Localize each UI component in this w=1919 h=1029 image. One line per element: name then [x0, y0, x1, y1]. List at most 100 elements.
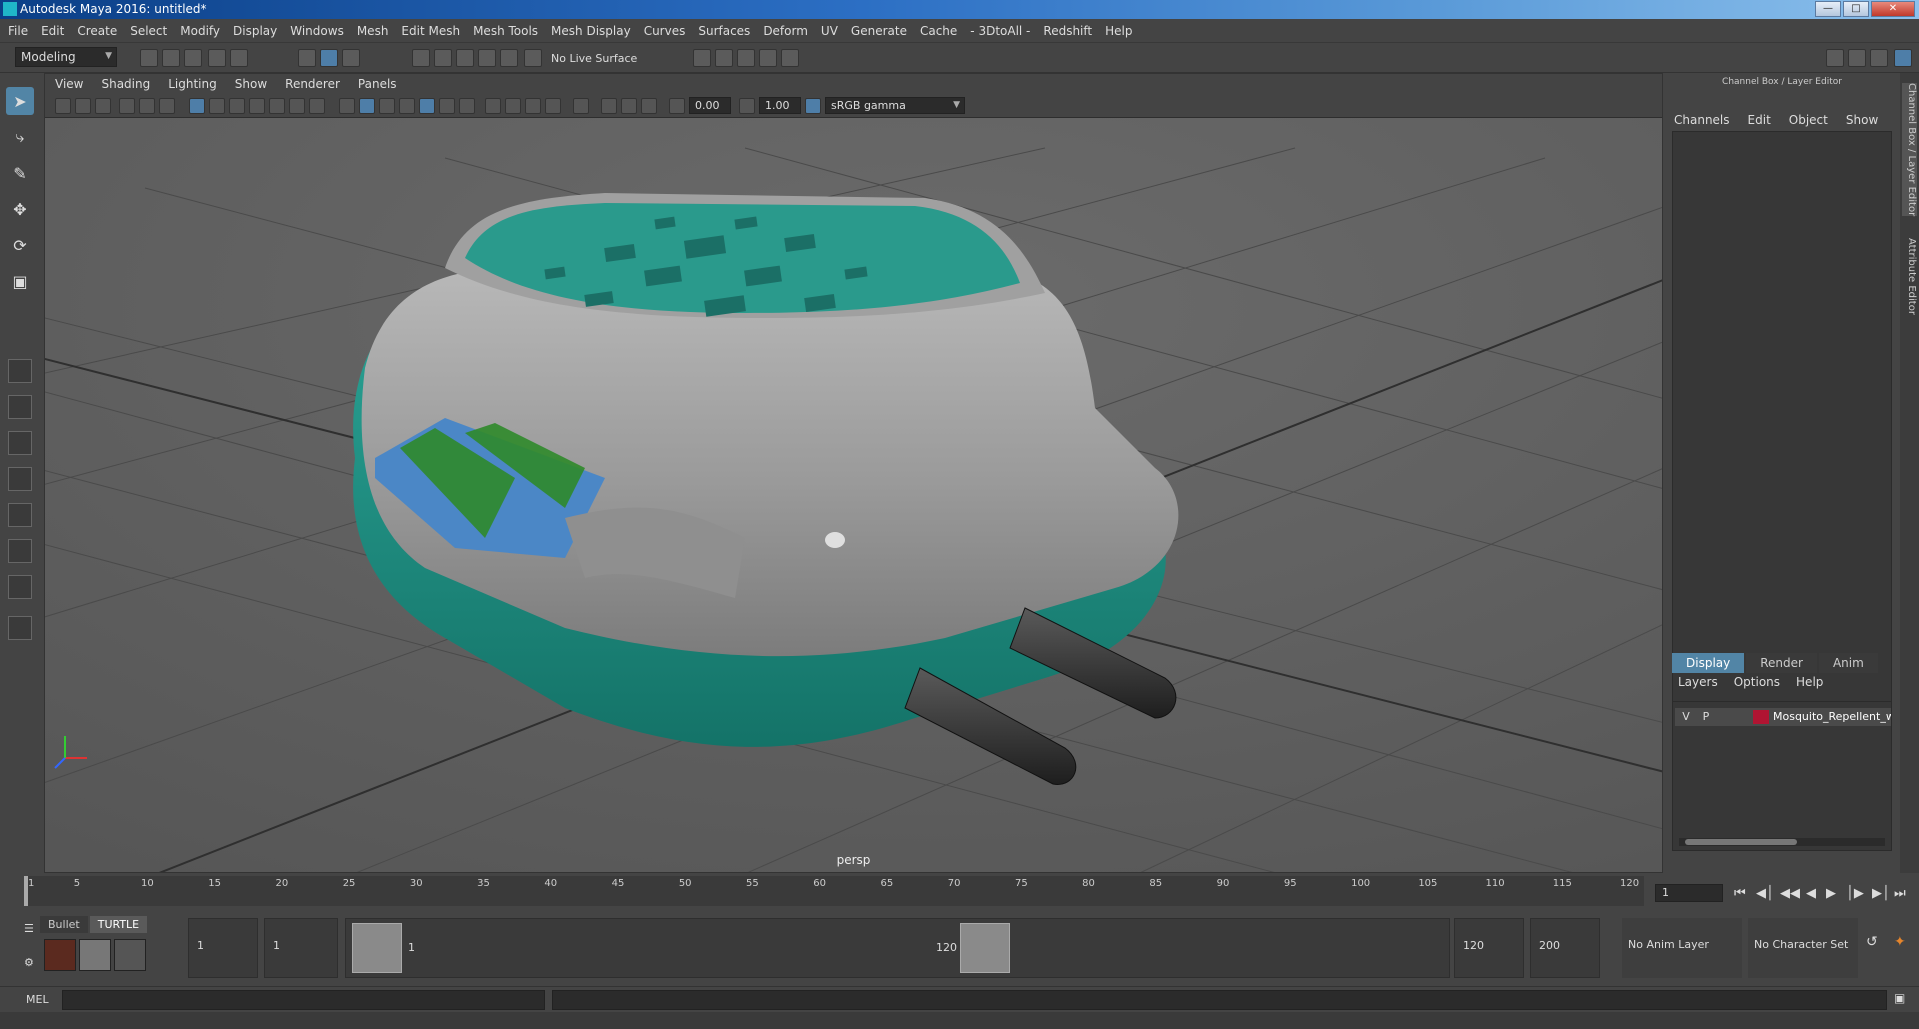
use-all-lights-icon[interactable] [439, 98, 455, 114]
smooth-shade-icon[interactable] [359, 98, 375, 114]
panel-menu-panels[interactable]: Panels [358, 77, 397, 91]
layer-row[interactable]: V P Mosquito_Repellent_wit [1675, 708, 1891, 726]
panel-menu-view[interactable]: View [55, 77, 83, 91]
time-slider-track[interactable]: 1 5 10 15 20 25 30 35 40 45 50 55 60 65 70 75 80 85 90 95 10… [24, 876, 1644, 906]
menu-modify[interactable]: Modify [180, 24, 220, 38]
cb-menu-show[interactable]: Show [1846, 113, 1878, 127]
go-to-end-icon[interactable]: ⏭ [1894, 886, 1906, 901]
animation-preferences-icon[interactable]: ✦ [1894, 934, 1906, 950]
menu-display[interactable]: Display [233, 24, 277, 38]
xray-icon[interactable] [601, 98, 617, 114]
layer-color-swatch[interactable] [1753, 710, 1769, 724]
viewport-3d[interactable]: persp [45, 118, 1662, 872]
step-forward-frame-icon[interactable]: ▶│ [1872, 886, 1890, 901]
turtle-render-icon[interactable] [44, 939, 76, 971]
custom-layout-icon[interactable] [8, 539, 32, 563]
make-live-icon[interactable] [524, 49, 542, 67]
persp-hypershade-layout-icon[interactable] [8, 503, 32, 527]
gamma-icon[interactable] [739, 98, 755, 114]
layout-menu-icon[interactable] [8, 616, 32, 640]
step-back-frame-icon[interactable]: ◀◀ [1780, 886, 1800, 901]
menu-surfaces[interactable]: Surfaces [698, 24, 750, 38]
step-forward-key-icon[interactable]: │▶ [1846, 886, 1864, 901]
camera-select-icon[interactable] [55, 98, 71, 114]
menu-edit[interactable]: Edit [41, 24, 64, 38]
start-time-field[interactable]: 1 [188, 918, 258, 978]
range-start-handle[interactable] [352, 923, 402, 973]
menu-uv[interactable]: UV [821, 24, 838, 38]
shadows-icon[interactable] [459, 98, 475, 114]
render-view-icon[interactable] [715, 49, 733, 67]
menu-curves[interactable]: Curves [644, 24, 686, 38]
le-menu-layers[interactable]: Layers [1678, 675, 1718, 689]
rotate-tool-icon[interactable]: ⟳ [6, 231, 34, 259]
channel-box-toggle-icon[interactable] [1894, 49, 1912, 67]
snap-point-icon[interactable] [456, 49, 474, 67]
render-frame-icon[interactable] [693, 49, 711, 67]
2d-pan-zoom-icon[interactable] [139, 98, 155, 114]
panel-menu-shading[interactable]: Shading [101, 77, 150, 91]
cb-menu-channels[interactable]: Channels [1674, 113, 1730, 127]
bookmark-icon[interactable] [95, 98, 111, 114]
exposure-icon[interactable] [669, 98, 685, 114]
le-menu-options[interactable]: Options [1734, 675, 1780, 689]
image-plane-icon[interactable] [119, 98, 135, 114]
menu-mesh-tools[interactable]: Mesh Tools [473, 24, 538, 38]
layer-visibility-toggle[interactable]: V [1679, 710, 1693, 723]
gamma-field[interactable]: 1.00 [759, 97, 801, 114]
menu-generate[interactable]: Generate [851, 24, 907, 38]
film-gate-icon[interactable] [209, 98, 225, 114]
turtle-bake-icon[interactable] [79, 939, 111, 971]
scrollbar-thumb[interactable] [1685, 839, 1797, 845]
single-perspective-layout-icon[interactable] [8, 359, 32, 383]
motion-blur-icon[interactable] [505, 98, 521, 114]
menu-mesh[interactable]: Mesh [357, 24, 389, 38]
field-chart-icon[interactable] [269, 98, 285, 114]
shelf-tab-turtle[interactable]: TURTLE [89, 916, 148, 933]
scale-tool-icon[interactable]: ▣ [6, 267, 34, 295]
menu-set-dropdown[interactable]: Modeling ▼ [15, 47, 117, 67]
menu-redshift[interactable]: Redshift [1043, 24, 1092, 38]
move-tool-icon[interactable]: ✥ [6, 195, 34, 223]
snap-live-icon[interactable] [500, 49, 518, 67]
maximize-button[interactable]: □ [1843, 1, 1869, 17]
persp-graph-layout-icon[interactable] [8, 467, 32, 491]
anti-aliasing-icon[interactable] [525, 98, 541, 114]
snap-view-plane-icon[interactable] [478, 49, 496, 67]
script-editor-icon[interactable]: ▣ [1894, 991, 1905, 1005]
grease-pencil-icon[interactable] [159, 98, 175, 114]
undo-icon[interactable] [208, 49, 226, 67]
play-forwards-icon[interactable]: ▶ [1826, 886, 1836, 901]
shelf-settings-icon[interactable]: ⚙ [24, 956, 34, 969]
wireframe-icon[interactable] [339, 98, 355, 114]
anim-layer-dropdown[interactable]: No Anim Layer [1622, 918, 1742, 978]
script-language-label[interactable]: MEL [26, 993, 49, 1006]
gate-mask-icon[interactable] [249, 98, 265, 114]
command-input[interactable] [62, 990, 545, 1010]
le-menu-help[interactable]: Help [1796, 675, 1823, 689]
depth-of-field-icon[interactable] [545, 98, 561, 114]
side-tab-channel-box[interactable]: Channel Box / Layer Editor [1902, 83, 1917, 217]
playback-range-bar[interactable]: 1 120 [345, 918, 1450, 978]
menu-help[interactable]: Help [1105, 24, 1132, 38]
render-settings-icon[interactable] [759, 49, 777, 67]
layer-playback-toggle[interactable]: P [1699, 710, 1713, 723]
default-material-icon[interactable] [379, 98, 395, 114]
menu-edit-mesh[interactable]: Edit Mesh [401, 24, 460, 38]
close-button[interactable]: ✕ [1871, 1, 1915, 17]
menu-mesh-display[interactable]: Mesh Display [551, 24, 631, 38]
grid-toggle-icon[interactable] [189, 98, 205, 114]
menu-file[interactable]: File [8, 24, 28, 38]
playback-end-field[interactable]: 120 [1454, 918, 1524, 978]
isolate-select-icon[interactable] [573, 98, 589, 114]
tab-render[interactable]: Render [1746, 653, 1817, 673]
character-set-dropdown[interactable]: No Character Set [1748, 918, 1858, 978]
turtle-sphere-icon[interactable] [114, 939, 146, 971]
playback-start-field[interactable]: 1 [264, 918, 338, 978]
redo-icon[interactable] [230, 49, 248, 67]
snap-grid-icon[interactable] [412, 49, 430, 67]
menu-cache[interactable]: Cache [920, 24, 957, 38]
menu-3dtoall[interactable]: - 3DtoAll - [970, 24, 1030, 38]
tool-settings-icon[interactable] [1870, 49, 1888, 67]
color-management-icon[interactable] [805, 98, 821, 114]
